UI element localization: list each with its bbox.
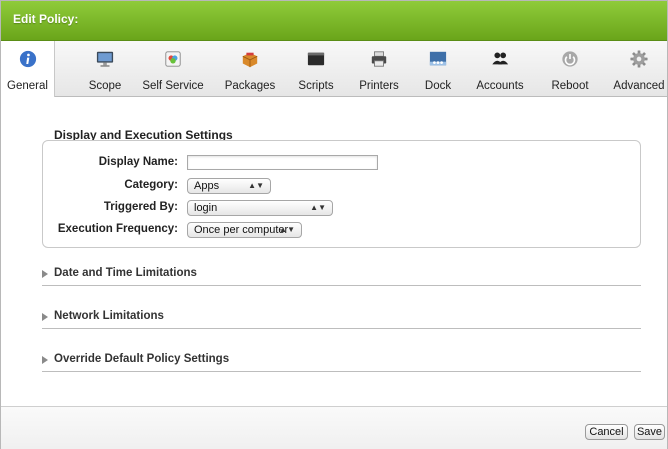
category-value: Apps [194, 180, 220, 192]
tab-label: Self Service [142, 80, 204, 92]
disclosure-triangle-icon [42, 270, 48, 278]
disclosure-triangle-icon [42, 313, 48, 321]
execution-frequency-value: Once per computer [194, 224, 289, 236]
override-default-policy-toggle[interactable]: Override Default Policy Settings [42, 353, 641, 372]
script-icon [307, 52, 325, 66]
tab-bar: General Scope Self Service Packages Scri… [1, 41, 667, 97]
tab-accounts[interactable]: Accounts [474, 41, 526, 96]
disclosure-triangle-icon [42, 356, 48, 364]
tab-scripts[interactable]: Scripts [295, 41, 337, 96]
triggered-by-label: Triggered By: [103, 201, 178, 213]
category-select[interactable]: Apps ▲▼ [187, 178, 271, 194]
triggered-by-value: login [194, 202, 218, 214]
tab-general[interactable]: General [1, 41, 55, 97]
tab-dock[interactable]: Dock [422, 41, 454, 96]
tab-label: Advanced [613, 80, 665, 92]
package-icon [242, 52, 258, 68]
select-arrows-icon: ▲▼ [310, 203, 326, 212]
monitor-icon [96, 51, 114, 67]
select-arrows-icon: ▲▼ [279, 225, 295, 234]
tab-reboot[interactable]: Reboot [550, 41, 590, 96]
collapsible-label: Override Default Policy Settings [54, 353, 230, 365]
select-arrows-icon: ▲▼ [248, 181, 264, 190]
tab-label: Dock [424, 80, 452, 92]
execution-frequency-label: Execution Frequency: [57, 223, 178, 235]
display-name-label: Display Name: [98, 156, 178, 168]
tab-label: General [7, 80, 48, 92]
tab-packages[interactable]: Packages [223, 41, 277, 96]
network-limitations-toggle[interactable]: Network Limitations [42, 310, 641, 329]
gear-icon [630, 50, 648, 68]
self-service-icon [165, 51, 181, 67]
save-button[interactable]: Save [634, 424, 665, 440]
edit-policy-window: Edit Policy: General Scope Self Service … [0, 0, 668, 449]
collapsible-label: Date and Time Limitations [54, 267, 197, 279]
printer-icon [371, 51, 387, 67]
title-bar: Edit Policy: [1, 1, 667, 41]
info-icon [19, 50, 36, 68]
tab-label: Printers [359, 80, 399, 92]
tab-printers[interactable]: Printers [356, 41, 402, 96]
window-title: Edit Policy: [13, 12, 79, 26]
accounts-icon [492, 52, 509, 65]
date-time-limitations-toggle[interactable]: Date and Time Limitations [42, 267, 641, 286]
tab-label: Accounts [476, 80, 524, 92]
triggered-by-select[interactable]: login ▲▼ [187, 200, 333, 216]
footer-bar [1, 406, 667, 449]
collapsible-label: Network Limitations [54, 310, 164, 322]
execution-frequency-select[interactable]: Once per computer ▲▼ [187, 222, 302, 238]
dock-icon [429, 51, 447, 66]
cancel-button[interactable]: Cancel [585, 424, 628, 440]
tab-advanced[interactable]: Advanced [612, 41, 666, 96]
tab-scope[interactable]: Scope [86, 41, 124, 96]
category-label: Category: [124, 179, 178, 191]
tab-self-service[interactable]: Self Service [140, 41, 206, 96]
display-name-input[interactable] [187, 155, 378, 170]
reboot-icon [562, 51, 578, 67]
tab-label: Scripts [298, 80, 334, 92]
tab-label: Packages [224, 80, 276, 92]
tab-label: Scope [88, 80, 122, 92]
tab-label: Reboot [551, 80, 589, 92]
